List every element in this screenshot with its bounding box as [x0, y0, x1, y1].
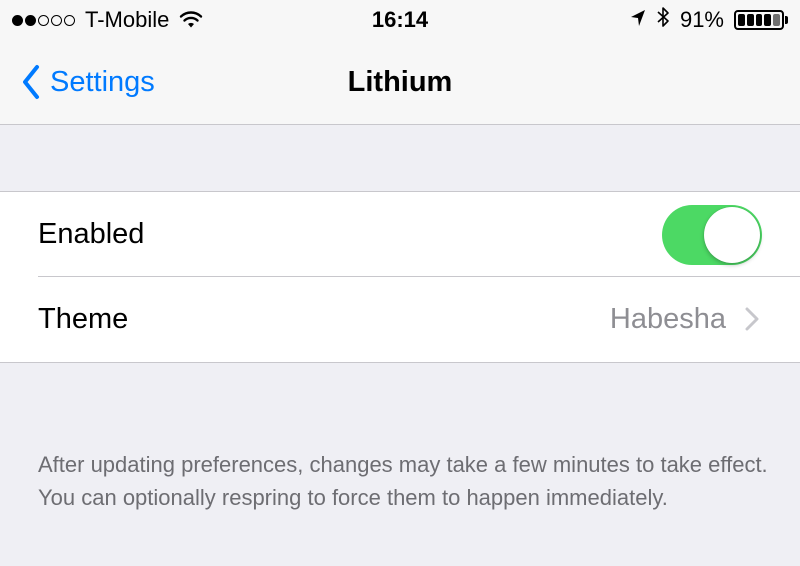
chevron-right-icon: [745, 307, 759, 336]
battery-icon: [734, 10, 788, 30]
theme-value: Habesha: [609, 303, 726, 335]
footer-note: After updating preferences, changes may …: [38, 452, 768, 510]
toggle-knob: [704, 207, 760, 263]
enabled-row: Enabled: [0, 192, 800, 277]
top-bar: T-Mobile 16:14 91% Settings Lithium: [0, 0, 800, 125]
page-title: Lithium: [347, 66, 453, 98]
enabled-toggle[interactable]: [662, 205, 762, 265]
theme-row[interactable]: Theme Habesha: [0, 277, 800, 361]
bluetooth-icon: [656, 5, 670, 35]
location-arrow-icon: [630, 7, 646, 33]
battery-percent: 91%: [679, 7, 724, 32]
status-bar: T-Mobile 16:14 91%: [0, 0, 800, 40]
enabled-label: Enabled: [38, 218, 145, 250]
navigation-bar: Settings Lithium: [0, 40, 800, 124]
settings-group: Enabled Theme Habesha: [0, 191, 800, 363]
status-right: 91%: [630, 6, 788, 34]
theme-label: Theme: [38, 303, 129, 335]
